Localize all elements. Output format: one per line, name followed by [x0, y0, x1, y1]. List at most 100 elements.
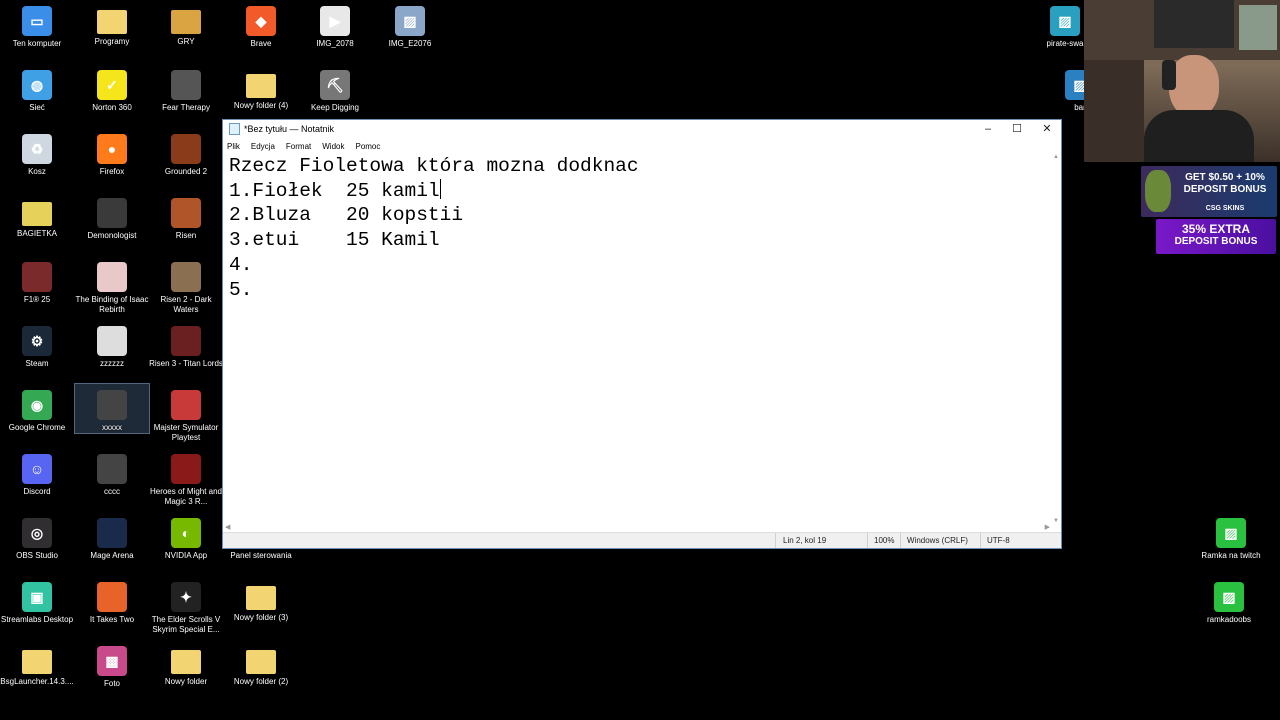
desktop-icon-it-takes-two[interactable]: It Takes Two [75, 576, 149, 625]
desktop-icon-demonologist[interactable]: Demonologist [75, 192, 149, 241]
firefox-icon: ● [97, 134, 127, 164]
desktop-icon-keep-digging[interactable]: ⛏ Keep Digging [298, 64, 372, 113]
discord-icon: ☺ [22, 454, 52, 484]
desktop-icon-label: OBS Studio [16, 551, 58, 560]
desktop-icon-nowy-folder[interactable]: Nowy folder [149, 640, 223, 687]
desktop-icon-majster-symulator-playtest[interactable]: Majster Symulator Playtest [149, 384, 223, 443]
ad-headline: GET $0.50 + 10% [1185, 172, 1265, 183]
menu-file[interactable]: Plik [227, 142, 240, 151]
menu-view[interactable]: Widok [322, 142, 344, 151]
ad-subheadline: DEPOSIT BONUS [1174, 236, 1258, 247]
desktop-icon-fear-therapy[interactable]: Fear Therapy [149, 64, 223, 113]
menu-format[interactable]: Format [286, 142, 311, 151]
image-file-icon: ▨ [1050, 6, 1080, 36]
folder-icon [171, 650, 201, 674]
maximize-button[interactable]: ☐ [1002, 120, 1032, 138]
desktop-icon-firefox[interactable]: ● Firefox [75, 128, 149, 177]
desktop-icon-ramka-na-twitch[interactable]: ▨ Ramka na twitch [1194, 512, 1268, 561]
desktop-icon-bagietka[interactable]: BAGIETKA [0, 192, 74, 239]
desktop-icon-risen[interactable]: Risen [149, 192, 223, 241]
window-title: *Bez tytułu — Notatnik [244, 124, 335, 134]
chrome-icon: ◉ [22, 390, 52, 420]
menu-edit[interactable]: Edycja [251, 142, 275, 151]
desktop-icon-label: NVIDIA App [164, 551, 208, 560]
desktop-icon-streamlabs-desktop[interactable]: ▣ Streamlabs Desktop [0, 576, 74, 625]
desktop-icon-sie[interactable]: ◍ Sieć [0, 64, 74, 113]
desktop-icon-risen-3-titan-lords[interactable]: Risen 3 - Titan Lords [149, 320, 223, 369]
desktop-icon-obs-studio[interactable]: ◎ OBS Studio [0, 512, 74, 561]
desktop-icon-the-elder-scrolls-v-skyrim-special-e[interactable]: ✦ The Elder Scrolls V Skyrim Special E... [149, 576, 223, 635]
deposit-bonus-ad[interactable]: 35% EXTRA DEPOSIT BONUS [1156, 219, 1276, 254]
status-bar: Lin 2, kol 19 100% Windows (CRLF) UTF-8 [223, 532, 1061, 548]
desktop-icon-label: Discord [23, 487, 51, 496]
desktop-icon-steam[interactable]: ⚙ Steam [0, 320, 74, 369]
scroll-left-icon[interactable]: ◀ [225, 523, 230, 531]
desktop-icon-label: GRY [177, 37, 195, 46]
cursor-position: Lin 2, kol 19 [783, 536, 827, 545]
minimize-button[interactable]: – [973, 120, 1003, 138]
desktop-icon-label: F1® 25 [23, 295, 51, 304]
desktop-icon-label: Risen [175, 231, 197, 240]
scroll-down-icon[interactable]: ▼ [1053, 518, 1059, 524]
desktop-icon-grounded-2[interactable]: Grounded 2 [149, 128, 223, 177]
desktop-icon-nowy-folder-2[interactable]: Nowy folder (2) [224, 640, 298, 687]
desktop-icon-risen-2-dark-waters[interactable]: Risen 2 - Dark Waters [149, 256, 223, 315]
desktop-icon-label: IMG_E2076 [388, 39, 432, 48]
desktop-icon-heroes-of-might-and-magic-3-r[interactable]: Heroes of Might and Magic 3 R... [149, 448, 223, 507]
desktop-icon-img-e2076[interactable]: ▨ IMG_E2076 [373, 0, 447, 49]
desktop-icon-mage-arena[interactable]: Mage Arena [75, 512, 149, 561]
desktop-icon-label: Panel sterowania [230, 551, 292, 560]
ad-subheadline: DEPOSIT BONUS [1183, 184, 1267, 195]
folder-icon [246, 650, 276, 674]
folder-icon [22, 202, 52, 226]
desktop-icon-norton-360[interactable]: ✓ Norton 360 [75, 64, 149, 113]
desktop-icon-label: Nowy folder (3) [233, 613, 289, 622]
desktop-icon-label: It Takes Two [89, 615, 135, 624]
desktop-icon-label: Programy [94, 37, 130, 46]
desktop-icon-discord[interactable]: ☺ Discord [0, 448, 74, 497]
notepad-window[interactable]: *Bez tytułu — Notatnik – ☐ ✕ Plik Edycja… [222, 119, 1062, 549]
webcam-overlay [1084, 0, 1280, 162]
desktop-icon-nvidia-app[interactable]: ◐ NVIDIA App [149, 512, 223, 561]
desktop-icon-the-binding-of-isaac-rebirth[interactable]: The Binding of Isaac Rebirth [75, 256, 149, 315]
desktop-icon-ramkadoobs[interactable]: ▨ ramkadoobs [1192, 576, 1266, 625]
desktop-icon-bsglauncher-14-3[interactable]: BsgLauncher.14.3.... [0, 640, 74, 687]
desktop-icon-google-chrome[interactable]: ◉ Google Chrome [0, 384, 74, 433]
desktop-icon-label: BAGIETKA [16, 229, 57, 238]
desktop-icon-label: BsgLauncher.14.3.... [0, 677, 74, 686]
desktop-icon-label: Steam [25, 359, 49, 368]
file-icon [97, 326, 127, 356]
mascot-icon [1145, 170, 1171, 212]
desktop-icon-label: Kosz [28, 167, 46, 176]
menu-help[interactable]: Pomoc [355, 142, 380, 151]
desktop-icon-programy[interactable]: Programy [75, 0, 149, 47]
desktop-icon-zzzzzz[interactable]: zzzzzz [75, 320, 149, 369]
desktop-icon-xxxxx[interactable]: xxxxx [74, 383, 150, 434]
desktop-icon-img-2078[interactable]: ▶ IMG_2078 [298, 0, 372, 49]
close-button[interactable]: ✕ [1032, 120, 1062, 138]
scroll-up-icon[interactable]: ▲ [1053, 154, 1059, 160]
text-editor[interactable]: Rzecz Fioletowa która mozna dodknac 1.Fio… [223, 154, 1052, 524]
desktop-icon-foto[interactable]: ▩ Foto [75, 640, 149, 689]
encoding: UTF-8 [987, 536, 1010, 545]
csgo-skins-ad[interactable]: GET $0.50 + 10% DEPOSIT BONUS CSG SKINS [1141, 166, 1277, 217]
game-icon [97, 262, 127, 292]
brave-icon: ◆ [246, 6, 276, 36]
vertical-scrollbar[interactable]: ▲ ▼ [1052, 154, 1061, 524]
desktop-icon-label: Keep Digging [310, 103, 360, 112]
desktop-icon-brave[interactable]: ◆ Brave [224, 0, 298, 49]
desktop-icon-label: Risen 2 - Dark Waters [160, 295, 212, 314]
desktop-icon-kosz[interactable]: ♻ Kosz [0, 128, 74, 177]
scroll-right-icon[interactable]: ▶ [1045, 523, 1050, 531]
desktop-icon-f1-25[interactable]: F1® 25 [0, 256, 74, 305]
text-caret [439, 178, 441, 199]
desktop-icon-label: IMG_2078 [316, 39, 354, 48]
desktop-icon-gry[interactable]: GRY [149, 0, 223, 47]
desktop-icon-nowy-folder-3[interactable]: Nowy folder (3) [224, 576, 298, 623]
desktop-icon-ten-komputer[interactable]: ▭ Ten komputer [0, 0, 74, 49]
desktop-icon-cccc[interactable]: cccc [75, 448, 149, 497]
title-bar[interactable]: *Bez tytułu — Notatnik – ☐ ✕ [223, 120, 1061, 138]
desktop-icon-nowy-folder-4[interactable]: Nowy folder (4) [224, 64, 298, 111]
desktop-icon-label: Risen 3 - Titan Lords [149, 359, 223, 368]
steam-icon: ⚙ [22, 326, 52, 356]
